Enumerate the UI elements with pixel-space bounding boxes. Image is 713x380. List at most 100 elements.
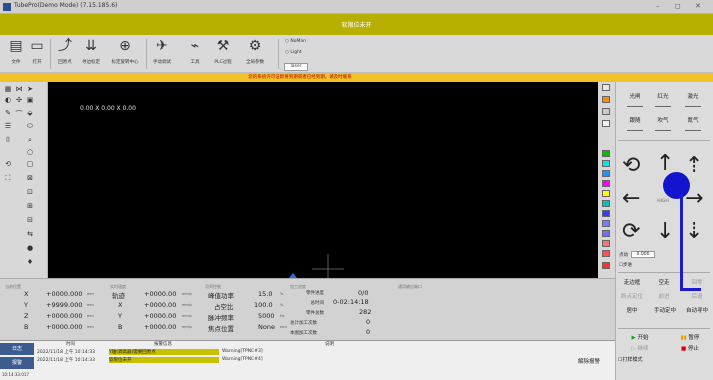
red-light-button[interactable]: 红光: [653, 92, 673, 100]
manual-center-button[interactable]: 手动定中: [650, 306, 680, 314]
pause-icon: ▮▮: [680, 335, 687, 341]
bridge-icon[interactable]: ⊟: [25, 216, 35, 224]
shutter-button[interactable]: 光闸: [625, 92, 645, 100]
layer-color-swatch[interactable]: [602, 262, 610, 269]
bucket-icon[interactable]: ⬙: [25, 109, 35, 117]
dry-run-button[interactable]: 空走: [653, 278, 675, 286]
forward-button[interactable]: 前进: [653, 292, 675, 300]
clear-alarm-button[interactable]: 解除报警: [578, 357, 600, 365]
alarm-tab-button[interactable]: 报警: [0, 357, 34, 369]
pan-icon[interactable]: ✣: [14, 96, 24, 104]
layer-color-swatch[interactable]: [602, 250, 610, 257]
arrow-down-icon[interactable]: ↓: [656, 221, 674, 243]
blow-button[interactable]: 吹气: [653, 116, 673, 124]
laser-button[interactable]: laser: [284, 63, 308, 71]
move-icon[interactable]: ▣: [25, 96, 35, 104]
stack-icon[interactable]: ☰: [3, 122, 13, 130]
lead-in-icon[interactable]: ⇆: [25, 230, 35, 238]
start-label: 开始: [637, 335, 649, 341]
rotate-cw-icon[interactable]: ⟳: [622, 221, 640, 243]
resume-button[interactable]: ▷ 继续: [625, 344, 655, 352]
layer-color-swatch[interactable]: [602, 120, 610, 127]
layer-color-swatch[interactable]: [602, 190, 610, 197]
global-params-button[interactable]: ⚙ 全局参数: [240, 38, 270, 70]
layer-color-swatch[interactable]: [602, 84, 610, 91]
arrow-left-icon[interactable]: ←: [622, 188, 640, 210]
home-button[interactable]: ⤴ 回原点: [52, 38, 78, 70]
file-button[interactable]: ▤ 文件: [6, 38, 26, 70]
circle-icon[interactable]: ○: [25, 148, 35, 156]
open-button[interactable]: ▭ 打开: [26, 38, 48, 70]
layer-color-swatch[interactable]: [602, 220, 610, 227]
high-speed-label[interactable]: HIGH: [654, 199, 672, 204]
rotate-icon[interactable]: ⟲: [3, 160, 13, 168]
maximize-button[interactable]: ◻: [675, 2, 681, 10]
layer-color-swatch[interactable]: [602, 96, 610, 103]
search-icon[interactable]: ⌕: [25, 136, 35, 145]
return-zero-button[interactable]: 回零: [686, 278, 708, 286]
rotate-center-button[interactable]: ⊕ 标定旋转中心: [106, 38, 144, 70]
layer-color-swatch[interactable]: [602, 108, 610, 115]
start-button[interactable]: ▶ 开始: [625, 333, 655, 341]
fill-icon[interactable]: ●: [25, 244, 35, 252]
manual-debug-button[interactable]: ✈ 手动调试: [148, 38, 176, 70]
alarm-row-2-info[interactable]: 软限位未开: [109, 357, 219, 363]
step-checkbox[interactable]: ☐步进: [619, 262, 632, 268]
layer-color-swatch[interactable]: [602, 210, 610, 217]
z-down-icon[interactable]: ⇣: [685, 221, 703, 243]
step-distance-input[interactable]: 0.000: [631, 251, 655, 258]
sample-mode-label: 打样模式: [622, 357, 643, 363]
pause-button[interactable]: ▮▮ 暂停: [675, 333, 705, 341]
zoom-icon[interactable]: ◐: [3, 96, 13, 104]
nitrogen-button[interactable]: 氮气: [683, 116, 703, 124]
grid-icon[interactable]: ▦: [3, 85, 13, 93]
z-up-icon[interactable]: ⇡: [685, 155, 703, 177]
node-edit-icon[interactable]: ⋈: [14, 85, 24, 93]
pen-icon[interactable]: ✎: [3, 109, 13, 117]
noman-radio[interactable]: ○ NoMan: [285, 39, 306, 44]
close-button[interactable]: ✕: [695, 2, 701, 10]
layer-color-swatch[interactable]: [602, 180, 610, 187]
minimize-button[interactable]: –: [656, 2, 660, 10]
image-icon[interactable]: ⛶: [3, 174, 13, 183]
layer-color-swatch[interactable]: [602, 160, 610, 167]
follow-button[interactable]: 跟随: [625, 116, 645, 124]
light-radio[interactable]: ○ Light: [285, 50, 302, 55]
alarm-row-1-info[interactable]: Y轴(调高器)需要回原点: [109, 349, 219, 355]
rectangle-icon[interactable]: ▢: [25, 160, 35, 168]
center-button[interactable]: 居中: [622, 306, 642, 314]
polyline-icon[interactable]: ⌒: [14, 109, 24, 119]
edge-find-button[interactable]: ⇊ 寻边标定: [78, 38, 104, 70]
layer-color-swatch[interactable]: [602, 240, 610, 247]
select-arrow-icon[interactable]: ➤: [25, 85, 35, 93]
layer-color-swatch[interactable]: [602, 230, 610, 237]
layer-color-swatch[interactable]: [602, 200, 610, 207]
col-info-header: 报警信息: [154, 342, 172, 347]
layer-color-swatch[interactable]: [602, 150, 610, 157]
line-icon[interactable]: ⌷: [3, 136, 13, 145]
align-icon[interactable]: ⊡: [25, 188, 35, 196]
backward-button[interactable]: 后退: [686, 292, 708, 300]
plc-button[interactable]: ⚒ PLC过程: [208, 38, 238, 70]
breakpoint-button[interactable]: 断点定位: [618, 292, 646, 300]
laser-toggle-button[interactable]: 激光: [683, 92, 703, 100]
layer-color-swatch[interactable]: [602, 170, 610, 177]
rotate-ccw-icon[interactable]: ⟲: [622, 155, 640, 177]
sample-mode-checkbox[interactable]: ☐打样模式: [618, 356, 643, 363]
focus-pos-unit: mm: [280, 325, 287, 329]
stop-button[interactable]: ■ 停止: [675, 344, 705, 352]
log-tab-button[interactable]: 日志: [0, 343, 34, 355]
frame-button[interactable]: 走边框: [620, 278, 644, 286]
speed-b-unit: mm/s: [182, 325, 192, 329]
array-icon[interactable]: ⊞: [25, 202, 35, 210]
auto-center-button[interactable]: 自动寻中: [682, 306, 712, 314]
axis-z-unit: mm: [87, 314, 94, 318]
open-label: 打开: [32, 60, 42, 65]
io-section-title: 通用输出端口: [398, 284, 422, 289]
ellipse-icon[interactable]: ⬭: [25, 122, 35, 131]
part-progress-value: 0/0: [358, 289, 369, 297]
drop-icon[interactable]: ♦: [25, 258, 35, 266]
drawing-runs-label: 本图加工次数: [290, 331, 317, 336]
mirror-icon[interactable]: ⊠: [25, 174, 35, 182]
tools-button[interactable]: ⌁ 工具: [184, 38, 206, 70]
